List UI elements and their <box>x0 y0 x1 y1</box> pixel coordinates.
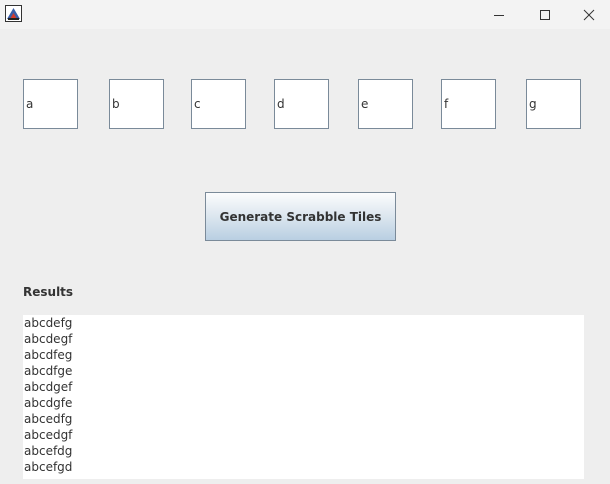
letter-field-2[interactable]: b <box>109 79 164 129</box>
result-line: abcedgf <box>24 428 73 442</box>
letter-field-3[interactable]: c <box>191 79 246 129</box>
java-app-icon <box>5 5 22 22</box>
minimize-button[interactable] <box>476 0 522 29</box>
maximize-button[interactable] <box>522 0 568 29</box>
title-bar <box>0 0 610 29</box>
result-line: abcdfge <box>24 364 73 378</box>
result-line: abcdfeg <box>24 348 73 362</box>
close-button[interactable] <box>566 0 610 29</box>
letter-field-7[interactable]: g <box>526 79 581 129</box>
result-line: abcefdg <box>24 444 73 458</box>
letter-field-6[interactable]: f <box>441 79 496 129</box>
results-label: Results <box>23 285 74 299</box>
result-line: abcdefg <box>24 316 73 330</box>
maximize-icon <box>540 9 550 20</box>
main-panel: a b c d e f g Generate Scrabble Tiles Re… <box>0 29 610 484</box>
minimize-icon <box>494 14 504 16</box>
result-line: abcdegf <box>24 332 73 346</box>
generate-scrabble-tiles-button[interactable]: Generate Scrabble Tiles <box>205 192 396 241</box>
close-icon <box>583 9 595 20</box>
result-line: abcefgd <box>24 460 73 474</box>
result-line: abcdgef <box>24 380 73 394</box>
letter-field-1[interactable]: a <box>23 79 78 129</box>
results-text-area[interactable]: abcdefg abcdegf abcdfeg abcdfge abcdgef … <box>23 315 584 479</box>
result-line: abcedfg <box>24 412 73 426</box>
result-line: abcdgfe <box>24 396 73 410</box>
letter-field-5[interactable]: e <box>358 79 413 129</box>
letter-field-4[interactable]: d <box>274 79 329 129</box>
